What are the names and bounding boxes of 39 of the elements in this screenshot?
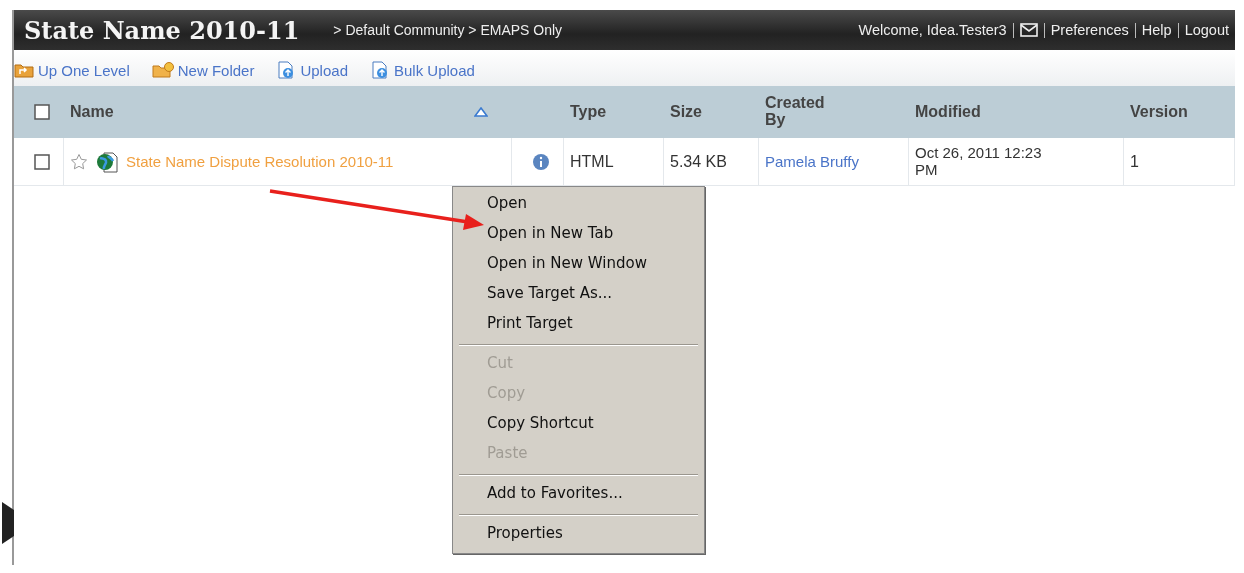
menu-item[interactable]: Save Target As... (455, 280, 702, 310)
column-header[interactable]: Size (670, 103, 702, 121)
breadcrumb: > Default Community > EMAPS Only (333, 22, 564, 38)
user-link[interactable]: Pamela Bruffy (765, 153, 859, 170)
column-header[interactable]: Modified (915, 103, 981, 121)
menu-item[interactable]: Properties (455, 520, 702, 550)
mail-icon[interactable] (1019, 23, 1038, 37)
checkbox[interactable] (34, 104, 50, 120)
table-cell-text: Oct 26, 2011 12:23 PM (915, 145, 1043, 178)
header-link[interactable]: Help (1141, 22, 1172, 38)
toolbar-button[interactable]: New Folder (151, 61, 255, 79)
toolbar-button[interactable]: Upload (276, 61, 348, 79)
menu-item[interactable]: Open (455, 190, 702, 220)
header-link[interactable]: Logout (1184, 22, 1229, 38)
info-icon[interactable] (531, 152, 550, 171)
table-cell: 5.34 KB (670, 152, 727, 171)
header-link[interactable]: Preferences (1050, 22, 1129, 38)
table-cell: 1 (1130, 152, 1139, 171)
sort-icon[interactable] (474, 107, 488, 117)
column-header[interactable]: Created By (765, 95, 835, 129)
web-page-icon (96, 150, 118, 173)
page-title: State Name 2010-11 (24, 15, 300, 45)
column-header[interactable]: Type (570, 103, 607, 121)
folder-icon (14, 62, 34, 78)
column-header[interactable]: Version (1130, 103, 1188, 121)
star-icon[interactable] (70, 152, 88, 171)
new-folder-icon (151, 62, 174, 78)
column-header[interactable]: Name (70, 103, 114, 121)
toolbar-button[interactable]: Bulk Upload (370, 61, 475, 79)
menu-item[interactable]: Copy Shortcut (455, 410, 702, 440)
menu-item[interactable]: Open in New Tab (455, 220, 702, 250)
checkbox[interactable] (33, 153, 50, 170)
menu-item[interactable]: Add to Favorites... (455, 480, 702, 510)
table-cell: HTML (570, 152, 614, 171)
welcome-text: Welcome, Idea.Tester3 (858, 22, 1007, 38)
menu-item[interactable]: Open in New Window (455, 250, 702, 280)
menu-item[interactable]: Print Target (455, 310, 702, 340)
toolbar-button[interactable]: Up One Level (14, 61, 130, 79)
upload-icon (370, 61, 390, 79)
